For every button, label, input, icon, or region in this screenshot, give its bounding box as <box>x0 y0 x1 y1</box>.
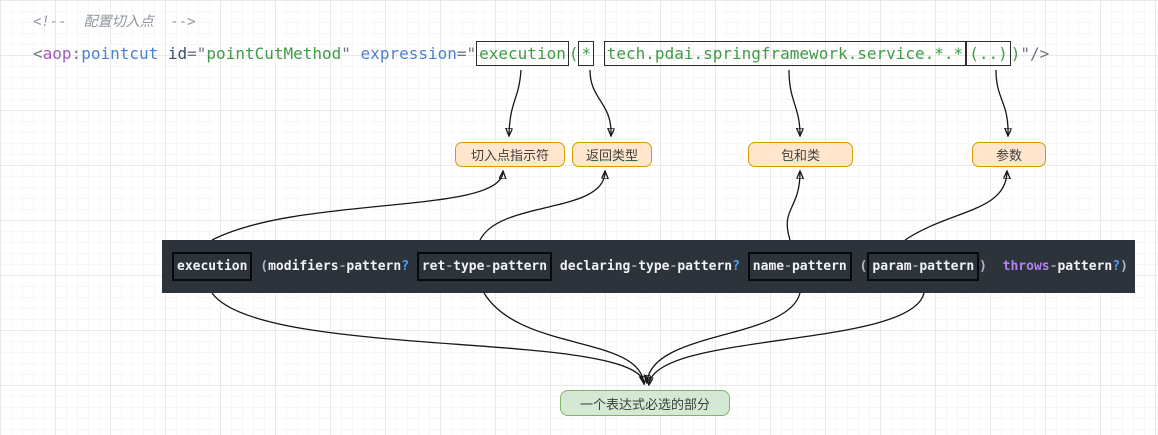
arrow-rettype-to-note <box>483 292 644 383</box>
arrows-xml-to-callouts <box>509 69 1008 135</box>
arrow-bar-param-to-params <box>904 172 1007 241</box>
pattern-bar-code: execution (modifiers-pattern? ret-type-p… <box>172 252 1128 281</box>
arrows-bar-to-note <box>211 292 925 384</box>
arrow-star-to-return-type <box>589 69 611 135</box>
arrow-name-to-note <box>647 292 801 382</box>
arrows-bar-to-callouts <box>211 172 1007 241</box>
callout-return-type: 返回类型 <box>572 142 652 167</box>
arrow-execution-to-designator <box>509 69 522 135</box>
arrow-param-to-note <box>649 292 925 384</box>
diagram-canvas: <!-- 配置切入点 --> <aop:pointcut id="pointCu… <box>0 0 1158 435</box>
arrow-args-to-params <box>995 69 1008 135</box>
arrow-execution-to-note <box>211 292 644 383</box>
required-part-note: 一个表达式必选的部分 <box>560 390 730 416</box>
xml-comment-line: <!-- 配置切入点 --> <box>33 14 196 30</box>
callout-package-class: 包和类 <box>748 142 853 167</box>
arrow-bar-execution-to-designator <box>211 172 503 241</box>
xml-pointcut-line: <aop:pointcut id="pointCutMethod" expres… <box>33 41 1049 66</box>
callout-params: 参数 <box>972 142 1046 167</box>
arrow-bar-rettype-to-return-type <box>479 172 605 241</box>
callout-pointcut-designator: 切入点指示符 <box>455 142 565 167</box>
arrow-package-to-package-class <box>788 69 800 135</box>
arrow-bar-name-to-package-class <box>786 172 800 241</box>
expression-pattern-bar: execution (modifiers-pattern? ret-type-p… <box>162 240 1135 293</box>
